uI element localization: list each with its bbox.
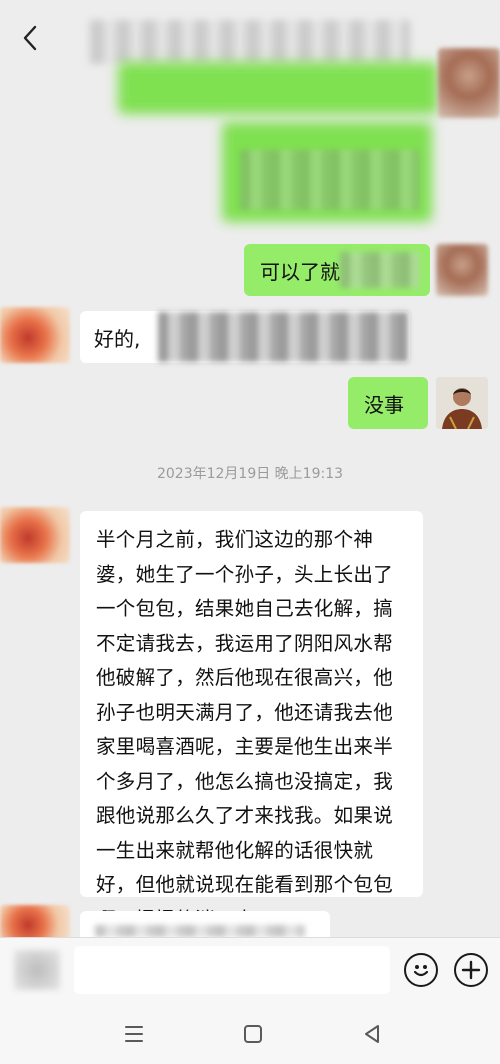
chevron-left-icon [23,25,37,51]
message-text: 可以了就 [260,260,340,284]
emoji-icon [413,965,429,977]
message-text: 好的, [94,327,141,351]
square-home-icon [244,1025,262,1043]
chat-title-obscured [90,20,410,64]
message-text-obscured [95,925,305,937]
message-input[interactable] [74,946,390,994]
message-bubble-obscured [118,62,438,114]
nav-back-button[interactable] [360,1022,386,1046]
avatar-me[interactable] [436,377,488,429]
menu-icon [125,1026,143,1042]
avatar-contact[interactable] [0,905,70,941]
message-text-obscured [340,252,420,288]
triangle-back-icon [365,1025,379,1043]
message-text-obscured [240,150,420,210]
nav-home-button[interactable] [240,1022,266,1046]
message-bubble-received: 半个月之前，我们这边的那个神婆，她生了一个孙子，头上长出了一个包包，结果她自己去… [80,511,423,931]
back-button[interactable] [14,18,46,58]
message-timestamp: 2023年12月19日 晚上19:13 [156,466,344,482]
message-text: 半个月之前，我们这边的那个神婆，她生了一个孙子，头上长出了一个包包，结果她自己去… [96,528,394,931]
avatar-contact[interactable] [0,307,70,363]
plus-icon [461,960,481,980]
voice-button-obscured[interactable] [14,950,60,990]
person-photo-icon [436,377,488,429]
plus-button[interactable] [454,953,488,987]
emoji-button[interactable] [404,953,438,987]
avatar-contact[interactable] [0,507,70,563]
nav-menu-button[interactable] [120,1022,148,1046]
avatar-me-obscured[interactable] [436,244,488,296]
avatar-me-obscured [438,48,500,118]
message-bubble-sent: 没事 [348,377,428,429]
message-text-obscured [158,312,408,362]
message-text: 没事 [364,393,404,417]
